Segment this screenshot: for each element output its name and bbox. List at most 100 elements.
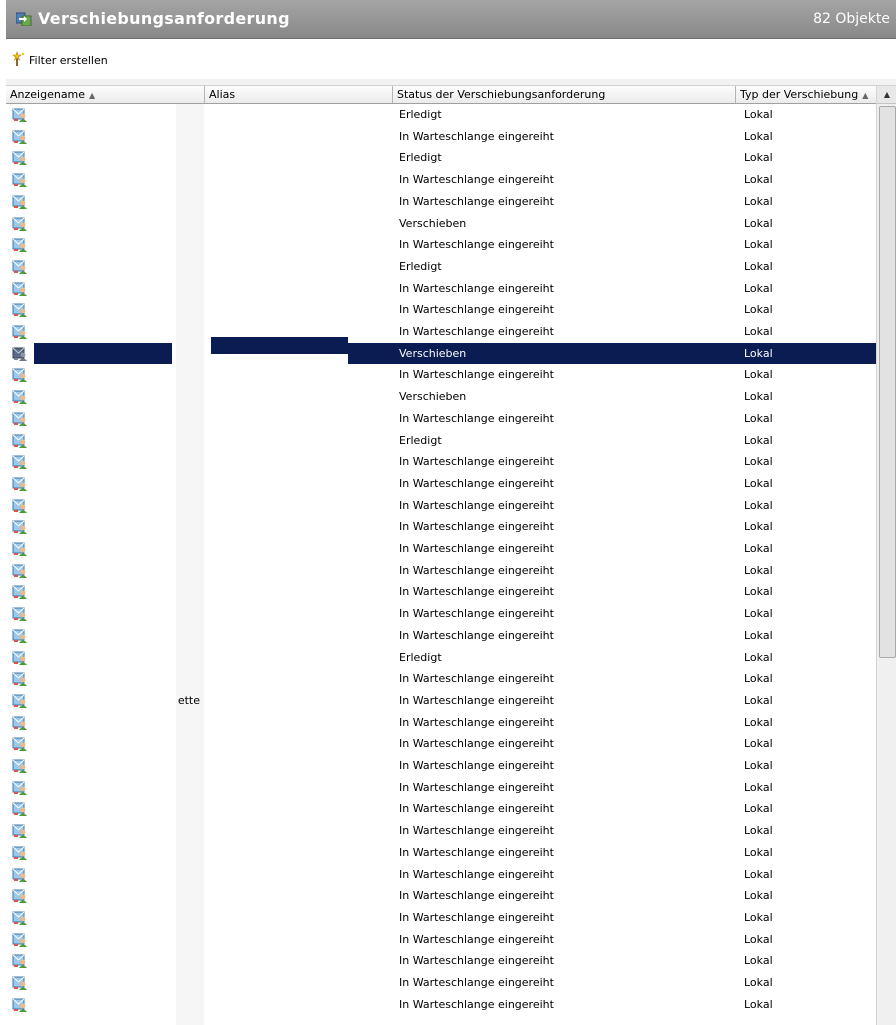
mailbox-user-icon <box>12 498 28 514</box>
alias-cell <box>205 907 393 929</box>
move-type-cell: Lokal <box>744 390 773 404</box>
mailbox-user-icon <box>12 628 28 644</box>
table-row[interactable]: In Warteschlange eingereiht Lokal <box>6 495 876 517</box>
table-row[interactable]: In Warteschlange eingereiht Lokal <box>6 907 876 929</box>
status-cell: In Warteschlange eingereiht <box>399 325 554 338</box>
table-row[interactable]: In Warteschlange eingereiht Lokal <box>6 950 876 972</box>
status-cell: In Warteschlange eingereiht <box>399 173 554 187</box>
table-row[interactable]: Erledigt Lokal <box>6 647 876 669</box>
alias-cell <box>205 278 393 300</box>
table-row[interactable]: In Warteschlange eingereiht Lokal <box>6 473 876 495</box>
table-row[interactable]: Erledigt Lokal <box>6 104 876 126</box>
table-row[interactable]: In Warteschlange eingereiht Lokal <box>6 603 876 625</box>
column-header-display-name[interactable]: Anzeigename ▲ <box>6 86 205 103</box>
move-type-cell: Lokal <box>744 325 773 338</box>
alias-cell <box>205 104 393 126</box>
table-row[interactable]: Verschieben Lokal <box>6 336 876 365</box>
table-row[interactable]: In Warteschlange eingereiht Lokal <box>6 581 876 603</box>
table-row[interactable]: In Warteschlange eingereiht Lokal <box>6 560 876 582</box>
column-header-status[interactable]: Status der Verschiebungsanforderung <box>393 86 736 103</box>
display-name-cell <box>36 820 200 842</box>
scroll-thumb[interactable] <box>879 106 896 658</box>
table-row[interactable]: In Warteschlange eingereiht Lokal <box>6 712 876 734</box>
mailbox-user-icon <box>12 519 28 535</box>
table-row[interactable]: In Warteschlange eingereiht Lokal <box>6 798 876 820</box>
move-type-cell: Lokal <box>744 238 773 252</box>
table-row[interactable]: In Warteschlange eingereiht Lokal <box>6 972 876 994</box>
status-cell: In Warteschlange eingereiht <box>399 932 554 946</box>
display-name-cell <box>36 191 200 213</box>
table-row[interactable]: In Warteschlange eingereiht Lokal <box>6 234 876 256</box>
move-type-cell: Lokal <box>744 672 773 686</box>
alias-cell <box>205 560 393 582</box>
move-type-cell: Lokal <box>744 303 773 317</box>
alias-cell <box>205 842 393 864</box>
table-row[interactable]: In Warteschlange eingereiht Lokal <box>6 994 876 1016</box>
table-row[interactable]: In Warteschlange eingereiht Lokal <box>6 929 876 951</box>
status-cell: In Warteschlange eingereiht <box>399 802 554 816</box>
status-cell: In Warteschlange eingereiht <box>399 542 554 555</box>
alias-cell <box>205 473 393 495</box>
table-row[interactable]: Erledigt Lokal <box>6 430 876 452</box>
table-row[interactable]: In Warteschlange eingereiht Lokal <box>6 864 876 886</box>
table-row[interactable]: In Warteschlange eingereiht Lokal <box>6 842 876 864</box>
table-row[interactable]: In Warteschlange eingereiht Lokal <box>6 625 876 647</box>
display-name-cell <box>36 560 200 582</box>
table-row[interactable]: In Warteschlange eingereiht Lokal <box>6 516 876 538</box>
table-row[interactable]: In Warteschlange eingereiht Lokal <box>6 278 876 300</box>
table-row[interactable]: In Warteschlange eingereiht Lokal <box>6 364 876 386</box>
mailbox-user-icon <box>12 454 28 470</box>
table-row[interactable]: Verschieben Lokal <box>6 386 876 408</box>
mailbox-user-selected-icon <box>12 346 28 362</box>
move-type-cell: Lokal <box>744 433 773 447</box>
alias-cell <box>205 343 393 365</box>
mailbox-user-icon <box>12 650 28 666</box>
table-row[interactable]: In Warteschlange eingereiht Lokal <box>6 755 876 777</box>
column-header-row: Anzeigename ▲ Alias Status der Verschiebu… <box>6 86 896 104</box>
mailbox-user-icon <box>12 758 28 774</box>
alias-cell <box>205 690 393 712</box>
table-row[interactable]: In Warteschlange eingereiht Lokal <box>6 299 876 321</box>
move-type-cell: Lokal <box>744 455 773 469</box>
move-type-cell: Lokal <box>744 824 773 838</box>
create-filter-button[interactable]: Filter erstellen <box>12 50 108 70</box>
table-row[interactable]: Verschieben Lokal <box>6 213 876 235</box>
table-row[interactable]: In Warteschlange eingereiht Lokal <box>6 538 876 560</box>
table-row[interactable]: Erledigt Lokal <box>6 256 876 278</box>
table-row[interactable]: In Warteschlange eingereiht Lokal <box>6 885 876 907</box>
table-row[interactable]: Erledigt Lokal <box>6 147 876 169</box>
alias-cell <box>205 668 393 690</box>
move-type-cell: Lokal <box>744 585 773 599</box>
status-cell: In Warteschlange eingereiht <box>399 498 554 512</box>
status-cell: In Warteschlange eingereiht <box>399 954 554 968</box>
table-row[interactable]: In Warteschlange eingereiht Lokal <box>6 321 876 343</box>
move-type-cell: Lokal <box>744 563 773 577</box>
table-row[interactable]: In Warteschlange eingereiht Lokal <box>6 451 876 473</box>
alias-cell <box>205 495 393 517</box>
alias-cell <box>205 994 393 1016</box>
display-name-cell <box>36 538 200 560</box>
status-cell: Verschieben <box>399 216 467 230</box>
move-request-icon <box>15 12 32 27</box>
table-row[interactable]: In Warteschlange eingereiht Lokal <box>6 820 876 842</box>
status-cell: In Warteschlange eingereiht <box>399 715 554 729</box>
scroll-up-arrow-icon[interactable]: ▲ <box>877 86 896 104</box>
alias-cell <box>205 386 393 408</box>
column-header-alias[interactable]: Alias <box>205 86 393 103</box>
table-row[interactable]: In Warteschlange eingereiht Lokal <box>6 126 876 148</box>
table-row[interactable]: In Warteschlange eingereiht Lokal <box>6 668 876 690</box>
status-cell: In Warteschlange eingereiht <box>399 238 554 252</box>
display-name-cell <box>36 299 200 321</box>
table-row[interactable]: In Warteschlange eingereiht Lokal <box>6 191 876 213</box>
column-header-move-type[interactable]: Typ der Verschiebung ▲ <box>736 86 876 103</box>
table-row[interactable]: ette In Warteschlange eingereiht Lokal <box>6 690 876 712</box>
mailbox-user-icon <box>12 367 28 383</box>
table-row[interactable]: In Warteschlange eingereiht Lokal <box>6 169 876 191</box>
status-cell: Verschieben <box>399 390 467 404</box>
table-row[interactable]: In Warteschlange eingereiht Lokal <box>6 408 876 430</box>
mailbox-user-icon <box>12 411 28 427</box>
table-row[interactable]: In Warteschlange eingereiht Lokal <box>6 777 876 799</box>
display-name-cell <box>36 256 200 278</box>
table-row[interactable]: In Warteschlange eingereiht Lokal <box>6 733 876 755</box>
vertical-scrollbar[interactable]: ▲ <box>876 86 896 1025</box>
